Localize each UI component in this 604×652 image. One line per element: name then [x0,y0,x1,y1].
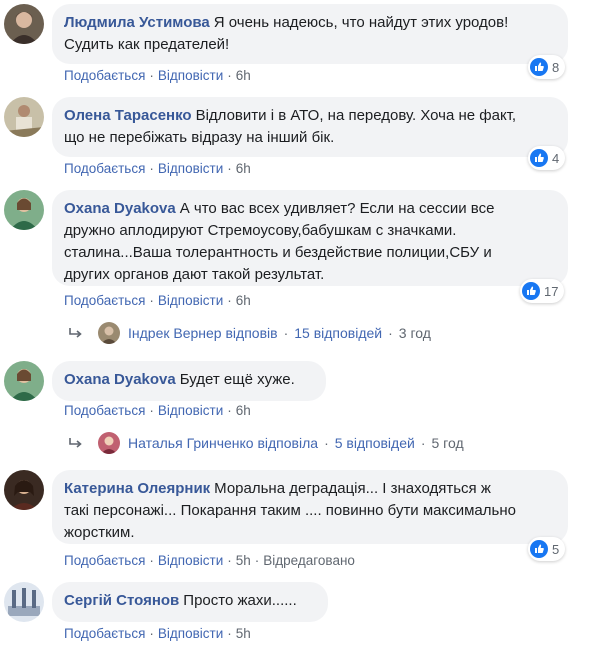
avatar[interactable] [4,470,44,510]
like-link[interactable]: Подобається [64,626,145,641]
reply-link[interactable]: Відповісти [158,626,223,641]
separator: · [149,68,154,83]
separator: · [227,626,232,641]
separator: · [149,553,154,568]
separator: · [324,435,329,451]
comment-time[interactable]: 6h [236,403,251,418]
comment-actions: Подобається · Відповісти · 6h [64,403,251,418]
comment-time[interactable]: 6h [236,68,251,83]
comment-time[interactable]: 6h [236,161,251,176]
reply-arrow-icon [69,438,82,448]
comment-text: Просто жахи...... [183,592,297,609]
reply-link[interactable]: Відповісти [158,161,223,176]
reply-link[interactable]: Відповісти [158,293,223,308]
reaction-number: 17 [544,283,559,299]
comment-text: що не перебіжать відразу на інший бік. [64,129,335,146]
reaction-number: 5 [552,541,560,557]
separator: · [388,325,393,341]
reply-link[interactable]: Відповісти [158,403,223,418]
separator: · [420,435,426,451]
comment-author[interactable]: Олена Тарасенко [64,107,192,124]
reply-avatar [98,322,120,344]
comment-text: Будет ещё хуже. [179,371,295,388]
comment-text: Відловити і в АТО, на передову. Хоча не … [195,107,517,124]
reply-link[interactable]: Відповісти [158,553,223,568]
separator: · [227,403,232,418]
comment-actions: Подобається · Відповісти · 5h [64,626,251,641]
like-link[interactable]: Подобається [64,403,145,418]
comment-text: Судить как предателей! [64,36,230,53]
reply-count: 15 відповідей [294,325,383,341]
comment-text: А что вас всех удивляет? Если на сессии … [179,200,495,217]
comment-text: Моральна деградація... І знаходяться ж [214,480,491,497]
reaction-count[interactable]: 8 [528,55,566,79]
comment-text: дружно аплодируют Стремоусову,бабушкам с… [64,222,457,239]
comment-author[interactable]: Людмила Устимова [64,14,210,31]
comment-actions: Подобається · Відповісти · 6h [64,293,251,308]
reaction-count[interactable]: 17 [520,279,565,303]
comment-time[interactable]: 6h [236,293,251,308]
reply-arrow-icon [69,328,82,338]
comment-author[interactable]: Oxana Dyakova [64,200,176,217]
separator: · [227,161,232,176]
separator: · [254,553,260,568]
separator: · [149,626,154,641]
comment-bubble: Людмила Устимова Я очень надеюсь, что най… [52,4,568,64]
like-link[interactable]: Подобається [64,553,145,568]
comment-bubble: Сергій Стоянов Просто жахи...... [52,582,328,622]
separator: · [227,68,232,83]
reaction-count[interactable]: 5 [528,537,566,561]
avatar[interactable] [4,361,44,401]
comment-text: жорстким. [64,524,135,541]
comment-actions: Подобається · Відповісти · 6h [64,68,251,83]
reply-time: 5 год [431,435,464,451]
comment-author[interactable]: Катерина Олеярник [64,480,210,497]
reaction-number: 8 [552,59,560,75]
reply-avatar [98,432,120,454]
like-icon [530,149,548,167]
separator: · [227,553,232,568]
view-replies-link[interactable]: Наталья Гринченко відповіла · 5 відповідей… [68,432,464,454]
comment-text: Я очень надеюсь, что найдут этих уродов! [213,14,509,31]
comment-bubble: Oxana Dyakova А что вас всех удивляет? Ес… [52,190,568,286]
separator: · [149,403,154,418]
comment-author[interactable]: Сергій Стоянов [64,592,179,609]
reply-author: Наталья Гринченко відповіла [128,435,319,451]
separator: · [149,293,154,308]
avatar[interactable] [4,582,44,622]
like-link[interactable]: Подобається [64,68,145,83]
separator: · [149,161,154,176]
reaction-count[interactable]: 4 [528,146,566,170]
comment-author[interactable]: Oxana Dyakova [64,371,176,388]
avatar[interactable] [4,4,44,44]
comment-time[interactable]: 5h [236,553,251,568]
avatar[interactable] [4,97,44,137]
like-icon [530,540,548,558]
comment-time[interactable]: 5h [236,626,251,641]
separator: · [227,293,232,308]
comment-bubble: Oxana Dyakova Будет ещё хуже. [52,361,326,401]
like-link[interactable]: Подобається [64,293,145,308]
separator: · [283,325,289,341]
comment-actions: Подобається · Відповісти · 5h · Відредаговано [64,553,355,568]
comment-text: сталина...Ваша толерантность и бездейств… [64,244,492,261]
reply-count: 5 відповідей [334,435,415,451]
view-replies-link[interactable]: Індрек Вернер відповів · 15 відповідей · 3 г… [68,322,431,344]
like-icon [530,58,548,76]
reply-time: 3 год [398,325,431,341]
comment-bubble: Олена Тарасенко Відловити і в АТО, на пер… [52,97,568,157]
like-icon [522,282,540,300]
comment-actions: Подобається · Відповісти · 6h [64,161,251,176]
avatar[interactable] [4,190,44,230]
comment-text: других органов дают такой результат. [64,266,325,283]
comment-text: такі персонажі... Покарання таким .... п… [64,502,516,519]
comment-bubble: Катерина Олеярник Моральна деградація... … [52,470,568,544]
edited-label[interactable]: Відредаговано [263,553,355,568]
reply-link[interactable]: Відповісти [158,68,223,83]
reply-author: Індрек Вернер відповів [128,325,278,341]
like-link[interactable]: Подобається [64,161,145,176]
reaction-number: 4 [552,150,560,166]
